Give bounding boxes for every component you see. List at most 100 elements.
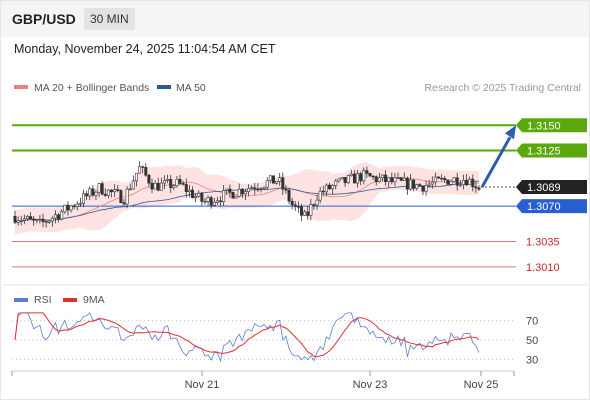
candle-body — [446, 179, 450, 185]
candle-body — [418, 184, 422, 187]
candle-body — [72, 205, 76, 208]
candle-body — [346, 175, 350, 184]
candle-body — [150, 182, 154, 190]
bb-legend-label: MA 20 + Bollinger Bands — [34, 82, 149, 94]
credit-text: Research © 2025 Trading Central — [424, 82, 581, 94]
candle-body — [82, 193, 86, 204]
candle-body — [35, 219, 39, 221]
candle-body — [309, 204, 313, 216]
candle-body — [471, 178, 475, 188]
candle-body — [237, 188, 241, 197]
candle-body — [194, 196, 198, 198]
candle-body — [94, 191, 98, 196]
candle-body — [125, 188, 129, 205]
candle-body — [271, 175, 275, 184]
candle-body — [278, 177, 282, 182]
candle-body — [25, 216, 29, 220]
candle-body — [219, 200, 223, 203]
candle-body — [166, 179, 170, 181]
candle-body — [197, 192, 201, 197]
rsi-ma-legend-swatch — [63, 298, 77, 302]
candle-body — [97, 183, 101, 193]
candle-body — [365, 170, 369, 174]
candle-body — [303, 211, 307, 216]
candle-body — [443, 178, 447, 181]
ma50-legend-swatch — [157, 85, 171, 89]
level-label-1.3089: 1.3089 — [527, 182, 561, 194]
candle-body — [250, 187, 254, 189]
candle-body — [29, 216, 33, 220]
candle-body — [474, 186, 478, 189]
candle-body — [147, 174, 151, 184]
candle-body — [85, 193, 89, 197]
candle-body — [240, 188, 244, 195]
candle-body — [103, 193, 107, 196]
candle-body — [110, 189, 114, 193]
candle-body — [75, 203, 79, 208]
level-label-1.3070: 1.3070 — [527, 201, 561, 213]
candle-body — [328, 184, 332, 190]
candle-body — [66, 204, 70, 211]
candle-body — [368, 173, 372, 177]
candle-body — [405, 177, 409, 190]
candle-body — [396, 177, 400, 179]
candle-body — [256, 188, 260, 190]
candle-body — [387, 177, 391, 182]
level-label-1.3035: 1.3035 — [526, 237, 560, 249]
candle-body — [113, 189, 117, 193]
candle-body — [331, 185, 335, 190]
x-tick-label: Nov 23 — [353, 379, 388, 391]
bb-legend-swatch — [14, 85, 28, 89]
candle-body — [430, 181, 434, 185]
candle-body — [452, 177, 456, 182]
candle-body — [212, 201, 216, 206]
level-label-1.3150: 1.3150 — [527, 120, 561, 132]
candle-body — [427, 183, 431, 186]
candle-body — [359, 173, 363, 182]
candle-body — [306, 211, 310, 216]
candle-body — [41, 218, 45, 222]
forecast-arrow-shaft — [480, 136, 512, 188]
candle-body — [119, 190, 123, 203]
candle-body — [440, 177, 444, 180]
chart-widget: GBP/USD 30 MIN Monday, November 24, 2025… — [0, 0, 590, 400]
candle-body — [337, 178, 341, 182]
candle-body — [268, 175, 272, 182]
candle-body — [184, 184, 188, 193]
candle-body — [128, 188, 132, 191]
candle-body — [243, 191, 247, 195]
x-axis: Nov 21 Nov 23 Nov 25 — [11, 371, 515, 391]
candle-body — [159, 182, 163, 191]
candle-body — [477, 187, 481, 190]
candle-body — [412, 179, 416, 189]
rsi-legend-label: RSI — [34, 294, 52, 306]
forecast-arrow-head — [505, 125, 516, 140]
candle-body — [181, 183, 185, 185]
candle-body — [262, 186, 266, 189]
level-labels: 1.3150 1.3125 1.3089 1.3070 1.3035 1.3010 — [516, 118, 587, 274]
candle-body — [169, 179, 173, 188]
candle-body — [191, 189, 195, 198]
candle-body — [390, 177, 394, 183]
candle-body — [187, 189, 191, 193]
candle-body — [234, 195, 238, 199]
candle-body — [222, 190, 226, 203]
candle-body — [19, 220, 23, 222]
candle-body — [399, 177, 403, 181]
candle-body — [138, 166, 142, 174]
candle-body — [60, 211, 64, 220]
candle-body — [253, 187, 257, 190]
candle-body — [47, 220, 51, 223]
candle-body — [175, 179, 179, 186]
candle-body — [284, 188, 288, 191]
candle-body — [384, 174, 388, 182]
rsi-tick-label: 50 — [526, 335, 538, 347]
candle-body — [247, 188, 251, 192]
candle-body — [433, 176, 437, 183]
candle-body — [415, 184, 419, 189]
candle-body — [228, 188, 232, 193]
rsi-line — [14, 312, 480, 363]
candle-body — [293, 204, 297, 207]
price-chart: MA 20 + Bollinger Bands MA 50 Research ©… — [2, 82, 588, 391]
candle-body — [281, 177, 285, 190]
